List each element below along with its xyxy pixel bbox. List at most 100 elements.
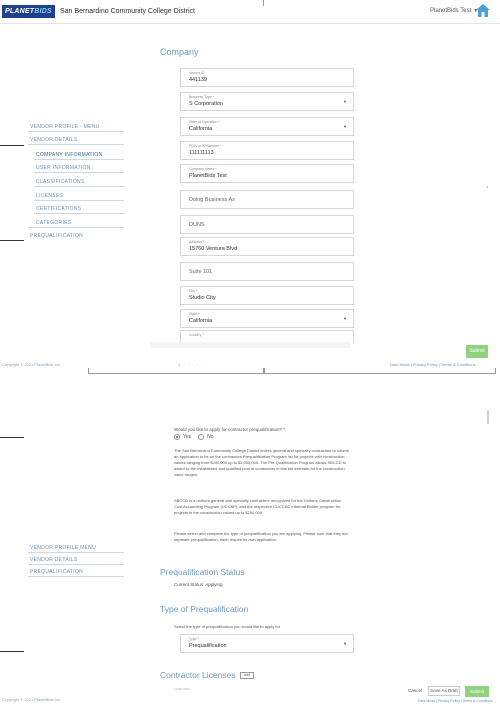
sidebar-item-licenses[interactable]: LICENSES	[36, 193, 63, 199]
top-bar: PLANETBIDS San Bernardino Community Coll…	[0, 0, 500, 24]
chevron-down-icon: ▼	[343, 99, 347, 104]
sidebar-item-vendor-profile-lower[interactable]: VENDOR PROFILE MENU	[30, 545, 96, 551]
home-icon[interactable]	[475, 3, 491, 18]
divider	[34, 172, 124, 173]
prequal-description: Please select and complete the type of p…	[174, 531, 348, 542]
field-value: 111111113	[189, 150, 214, 156]
prequal-question: Would you like to apply for contractor p…	[174, 427, 285, 432]
field-label: Business Type *	[189, 95, 215, 99]
vendor-id-field[interactable]: Vendor ID 441139	[180, 68, 354, 87]
edge-marker	[0, 145, 24, 146]
sidebar-item-categories[interactable]: CATEGORIES	[36, 220, 71, 226]
footer-links[interactable]: Dark Mode | Privacy Policy | Terms & Con…	[390, 362, 476, 367]
radio-yes[interactable]	[174, 434, 180, 440]
field-value: California	[189, 126, 213, 132]
chevron-down-icon: ▼	[343, 641, 347, 646]
divider	[34, 186, 124, 187]
footer-links[interactable]: Dark Mode | Privacy Policy | Terms & Con…	[418, 699, 493, 703]
scrollbar[interactable]	[487, 410, 489, 424]
divider	[263, 0, 264, 6]
pagination-dots[interactable]: 1 · · · · ·	[178, 362, 203, 367]
field-value: Prequalification	[189, 643, 227, 649]
planetbids-logo[interactable]: PLANETBIDS	[2, 5, 55, 18]
field-label: State *	[189, 312, 200, 316]
field-value: California	[189, 318, 213, 324]
divider	[28, 131, 124, 132]
field-label: Type *	[189, 637, 199, 641]
user-name: PlanetBids Test	[430, 8, 472, 14]
state-of-operation-select[interactable]: State of Operation * California ▼	[180, 117, 354, 136]
duns-field[interactable]: DUNS	[180, 215, 354, 234]
logo-accent: BIDS	[34, 8, 52, 15]
divider	[28, 564, 124, 565]
chevron-down-icon: ▼	[343, 124, 347, 129]
field-label: Company Name *	[189, 167, 217, 171]
divider	[264, 368, 496, 374]
submit-button[interactable]: Submit	[465, 686, 489, 697]
prequal-type-select[interactable]: Type * Prequalification ▼	[180, 634, 354, 653]
radio-yes-label: Yes	[183, 434, 192, 440]
city-field[interactable]: City * Studio City	[180, 286, 354, 305]
save-draft-button[interactable]: Save As Draft	[428, 686, 460, 696]
company-name-field[interactable]: Company Name * PlanetBids Test	[180, 164, 354, 183]
fein-field[interactable]: FEIN or ID Number * 111111113	[180, 141, 354, 160]
dba-field[interactable]: Doing Business As	[180, 190, 354, 209]
field-label: Vendor ID	[189, 71, 205, 75]
edge-marker	[0, 437, 24, 438]
field-value: S Corporation	[189, 101, 223, 107]
submit-button[interactable]: Submit	[466, 345, 488, 358]
scroll-fade	[150, 342, 350, 348]
field-placeholder: DUNS	[189, 222, 205, 228]
divider	[28, 227, 124, 228]
field-value: Suite 101	[189, 269, 213, 275]
field-value: 15760 Ventura Blvd	[189, 246, 238, 252]
scrollbar[interactable]	[487, 186, 488, 188]
section-title-company: Company	[160, 47, 199, 57]
logo-text: PLANET	[5, 8, 35, 15]
field-label: City *	[189, 289, 198, 293]
sidebar-item-vendor-details[interactable]: VENDOR DETAILS	[30, 137, 77, 143]
state-select[interactable]: State * California ▼	[180, 309, 354, 328]
field-label: Country *	[189, 333, 204, 337]
sidebar-item-classifications[interactable]: CLASSIFICATIONS	[36, 179, 85, 185]
business-type-select[interactable]: Business Type * S Corporation ▼	[180, 92, 354, 111]
sidebar-item-prequalification-lower[interactable]: PREQUALIFICATION	[30, 569, 83, 575]
prequal-description: SBCCD is a uniform general and specialty…	[174, 498, 342, 515]
field-label: Address *	[189, 240, 205, 244]
sidebar-item-company-information[interactable]: COMPANY INFORMATION	[36, 152, 103, 158]
prequal-type-hint: Select the type of prequalification you …	[174, 624, 281, 629]
prequal-radio-group: Yes No	[174, 434, 214, 440]
divider	[28, 144, 124, 145]
address-field[interactable]: Address * 15760 Ventura Blvd	[180, 237, 354, 256]
divider	[28, 552, 124, 553]
section-title-prequal-type: Type of Prequalification	[160, 604, 249, 614]
copyright-text: Copyright © 2021 PlanetBids Inc	[2, 697, 60, 702]
section-title-prequal-status: Prequalification Status	[160, 567, 245, 577]
sidebar-item-vendor-profile[interactable]: VENDOR PROFILE - MENU	[30, 124, 100, 130]
sidebar-item-vendor-details-lower[interactable]: VENDOR DETAILS	[30, 557, 77, 563]
address2-field[interactable]: Suite 101	[180, 262, 354, 281]
add-license-button[interactable]: Add	[240, 672, 254, 679]
edge-marker	[0, 240, 24, 241]
prequal-status-value: Current Status: Applying	[174, 582, 223, 587]
divider	[28, 576, 124, 577]
radio-no-label: No	[207, 434, 214, 440]
divider	[34, 200, 124, 201]
district-name: San Bernardino Community College Distric…	[60, 8, 195, 15]
copyright-text: Copyright © 2021 PlanetBids Inc	[2, 362, 60, 367]
sidebar-item-certifications[interactable]: CERTIFICATIONS	[36, 206, 81, 212]
field-value: PlanetBids Test	[189, 173, 227, 179]
chevron-down-icon: ▼	[343, 316, 347, 321]
divider	[34, 159, 124, 160]
sidebar-item-user-information[interactable]: USER INFORMATION	[36, 165, 91, 171]
licenses-hint: Licenses	[174, 686, 190, 691]
cancel-button[interactable]: Cancel	[408, 688, 422, 693]
user-menu[interactable]: PlanetBids Test ▼	[430, 8, 478, 14]
field-placeholder: Doing Business As	[189, 197, 235, 203]
radio-no[interactable]	[198, 434, 205, 440]
sidebar-item-prequalification[interactable]: PREQUALIFICATION	[30, 233, 83, 239]
field-value: Studio City	[189, 295, 216, 301]
field-value: 441139	[189, 77, 207, 83]
prequal-description: The San Bernardino Community College Dis…	[174, 448, 349, 477]
field-label: FEIN or ID Number *	[189, 144, 222, 148]
